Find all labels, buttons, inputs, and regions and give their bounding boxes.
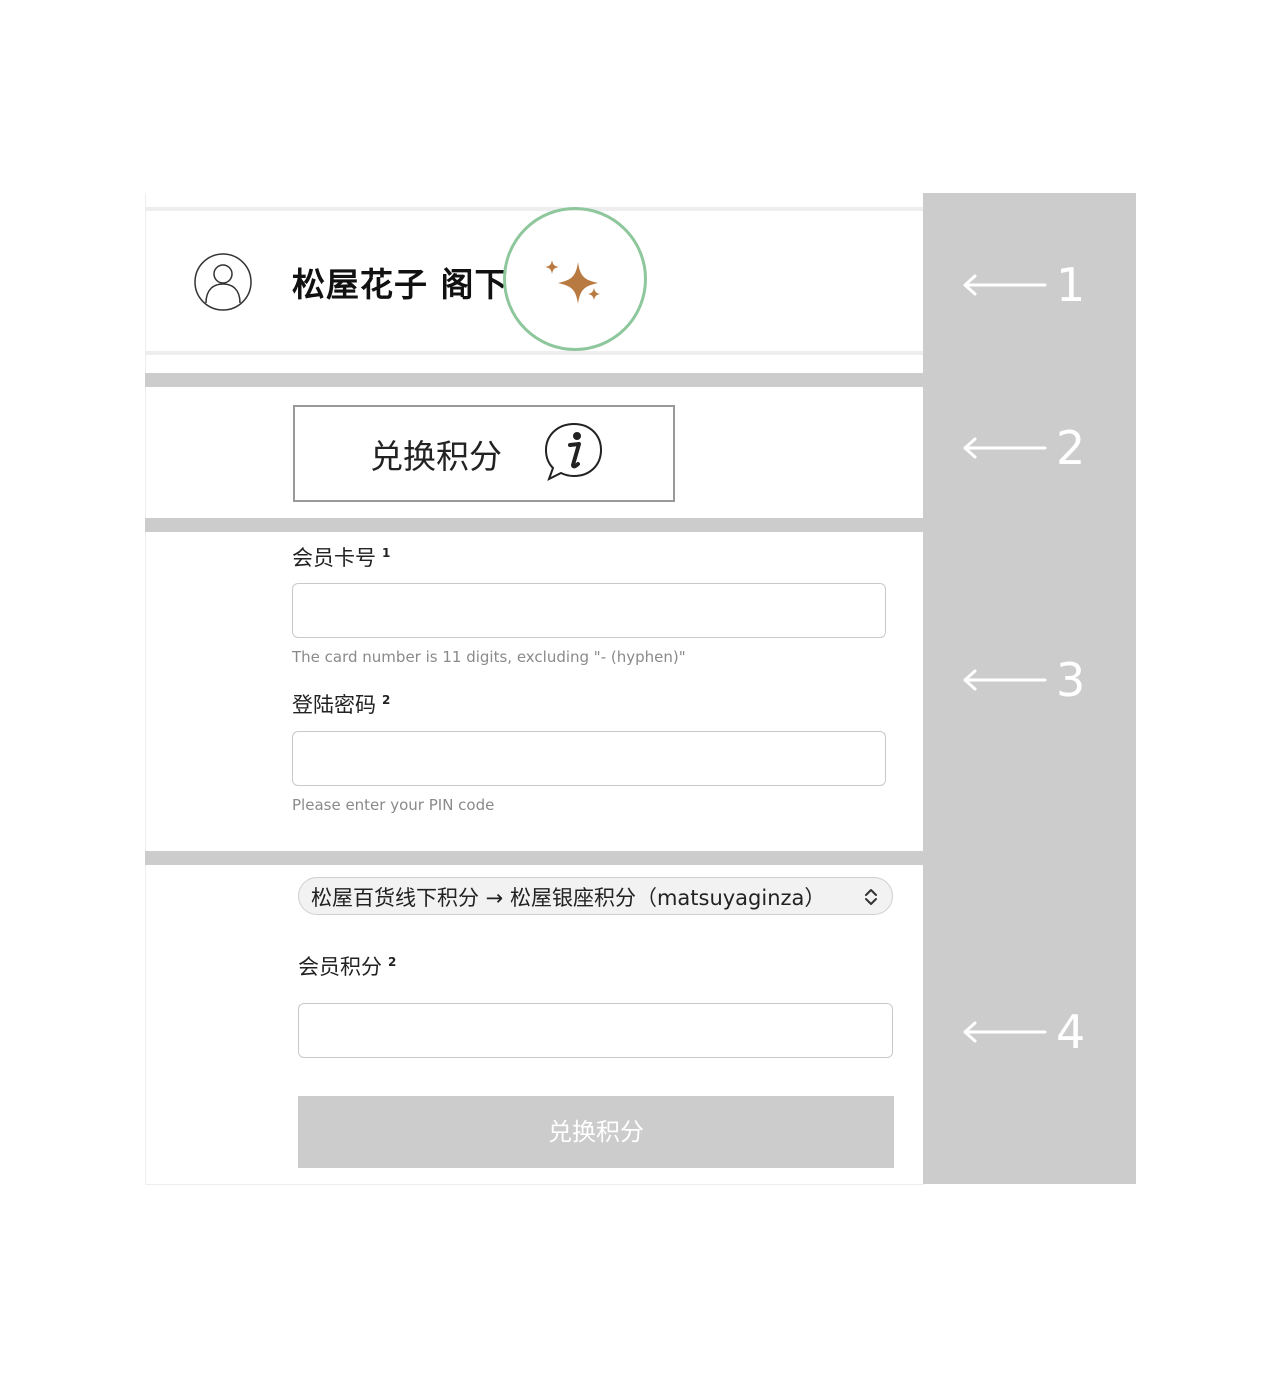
annotation-number: 1 (1056, 258, 1086, 312)
points-label-text: 会员积分 (298, 955, 382, 979)
annotation-number: 4 (1056, 1005, 1086, 1059)
annotation-number: 3 (1056, 653, 1086, 707)
highlight-circle (503, 207, 647, 351)
pin-label: 登陆密码 2 (292, 689, 390, 719)
section-divider (145, 851, 923, 865)
points-input[interactable] (298, 1003, 893, 1058)
exchange-points-submit-button[interactable]: 兑换积分 (298, 1096, 894, 1168)
pin-hint: Please enter your PIN code (292, 796, 495, 814)
pin-input[interactable] (292, 731, 886, 786)
arrow-left-icon (963, 669, 1047, 691)
user-name: 松屋花子 阁下 (292, 265, 509, 304)
exchange-type-selected: 松屋百货线下积分 → 松屋银座积分（matsuyaginza） (311, 886, 826, 910)
section-divider (145, 373, 923, 387)
annotation-2: 2 (923, 418, 1136, 478)
annotation-number: 2 (1056, 421, 1086, 475)
user-avatar-icon (194, 253, 252, 311)
header-top-border (145, 207, 923, 211)
section-divider (145, 518, 923, 532)
arrow-left-icon (963, 274, 1047, 296)
chevron-up-down-icon (865, 889, 877, 905)
pin-label-text: 登陆密码 (292, 693, 376, 717)
exchange-points-info-button[interactable]: 兑换积分 (293, 405, 675, 502)
card-number-footnote: 1 (382, 546, 391, 560)
arrow-left-icon (963, 1021, 1047, 1043)
points-label: 会员积分 2 (298, 951, 396, 981)
points-footnote: 2 (388, 955, 397, 969)
exchange-points-info-label: 兑换积分 (370, 437, 502, 476)
info-speech-bubble-icon (544, 422, 603, 482)
card-number-label-text: 会员卡号 (292, 546, 376, 570)
pin-footnote: 2 (382, 693, 391, 707)
annotation-1: 1 (923, 255, 1136, 315)
annotation-3: 3 (923, 650, 1136, 710)
exchange-type-select[interactable]: 松屋百货线下积分 → 松屋银座积分（matsuyaginza） (298, 877, 893, 915)
header-bottom-border (145, 351, 923, 355)
card-number-input[interactable] (292, 583, 886, 638)
card-number-label: 会员卡号 1 (292, 542, 390, 572)
arrow-left-icon (963, 437, 1047, 459)
card-number-hint: The card number is 11 digits, excluding … (292, 648, 686, 666)
annotation-column: 1 2 3 4 (923, 193, 1136, 1184)
submit-label: 兑换积分 (548, 1118, 644, 1146)
annotation-4: 4 (923, 1002, 1136, 1062)
